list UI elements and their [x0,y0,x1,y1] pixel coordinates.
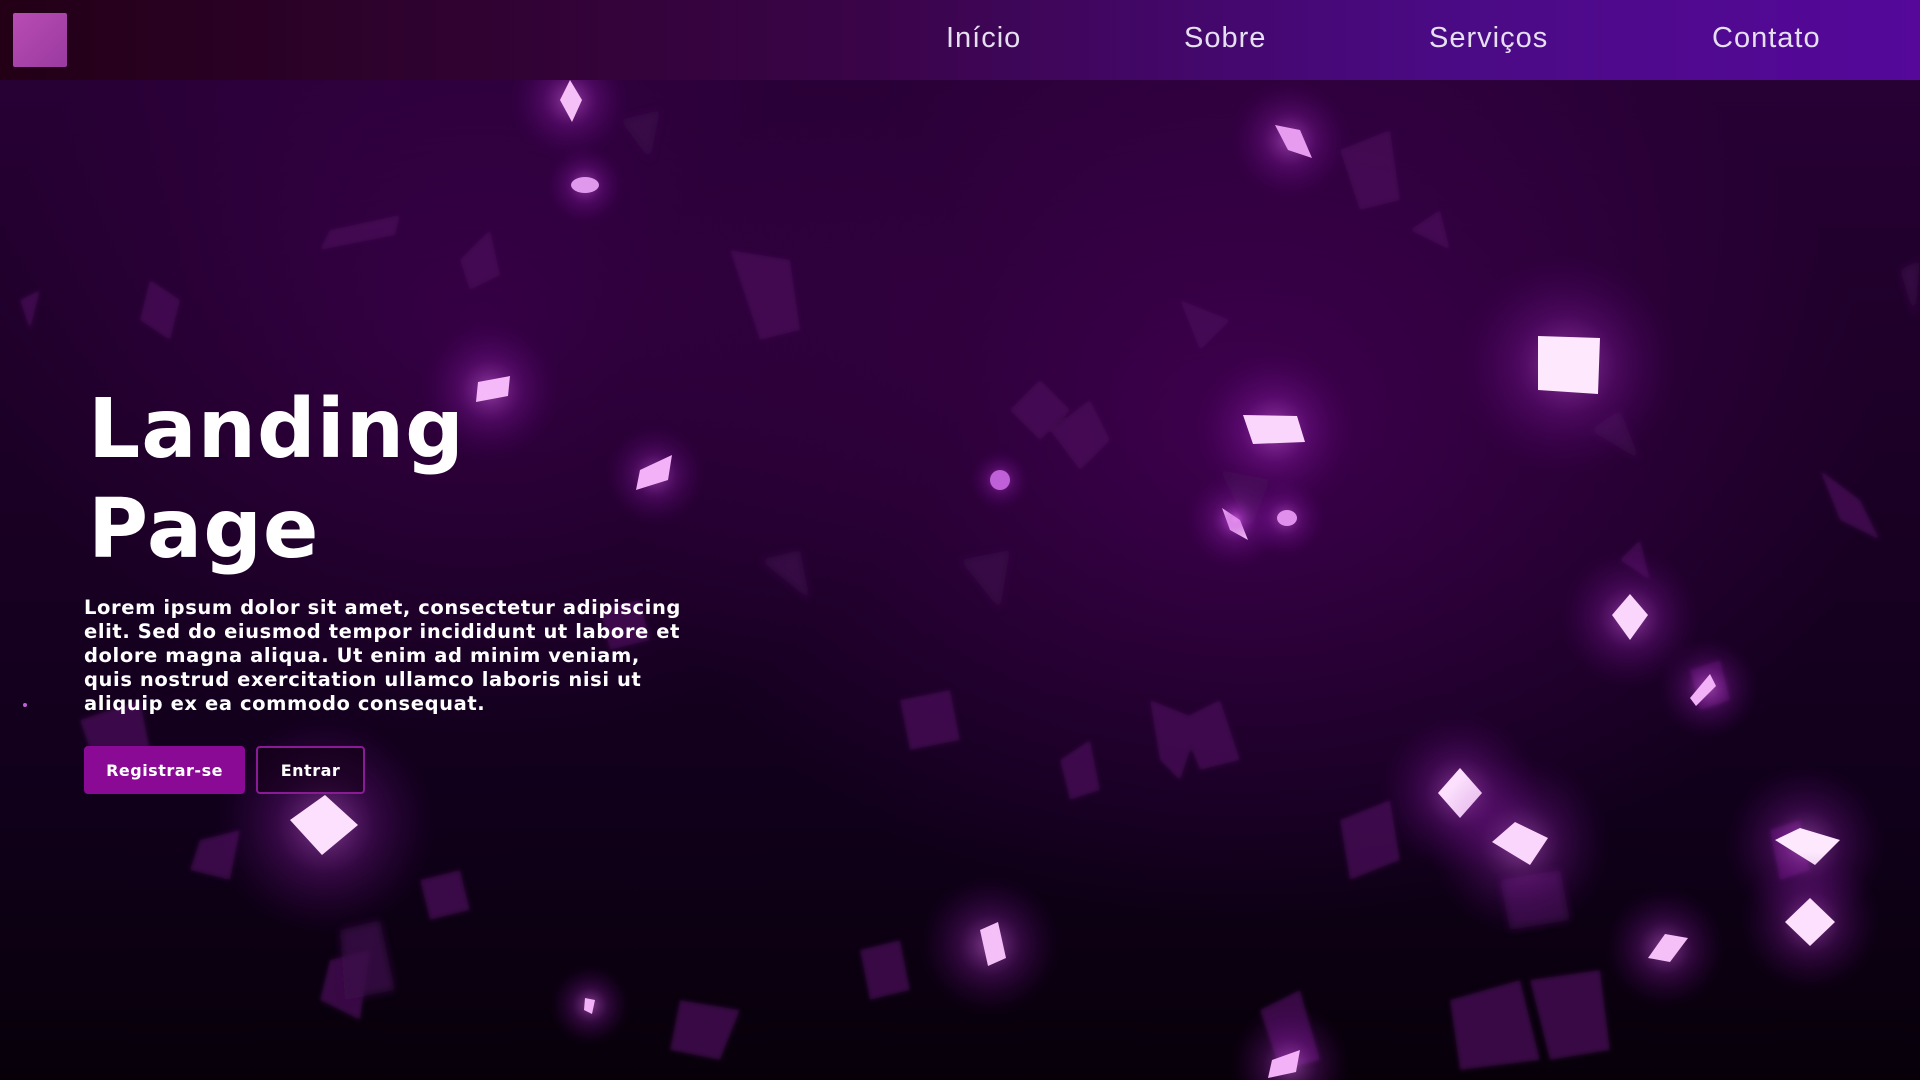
hero-title: Landing Page [88,382,465,577]
top-navbar: Início Sobre Serviços Contato [0,0,1920,80]
nav-link-servicos[interactable]: Serviços [1429,22,1548,55]
login-button[interactable]: Entrar [256,746,365,794]
nav-link-inicio[interactable]: Início [946,22,1021,55]
nav-link-contato[interactable]: Contato [1712,22,1821,55]
hero-description: Lorem ipsum dolor sit amet, consectetur … [84,596,681,715]
register-button[interactable]: Registrar-se [84,746,245,794]
hero-section: Landing Page Lorem ipsum dolor sit amet,… [84,380,704,794]
nav-link-sobre[interactable]: Sobre [1184,22,1266,55]
logo[interactable] [13,13,67,67]
hero-buttons: Registrar-se Entrar [84,746,704,794]
landing-page: Início Sobre Serviços Contato Landing Pa… [0,0,1920,1080]
